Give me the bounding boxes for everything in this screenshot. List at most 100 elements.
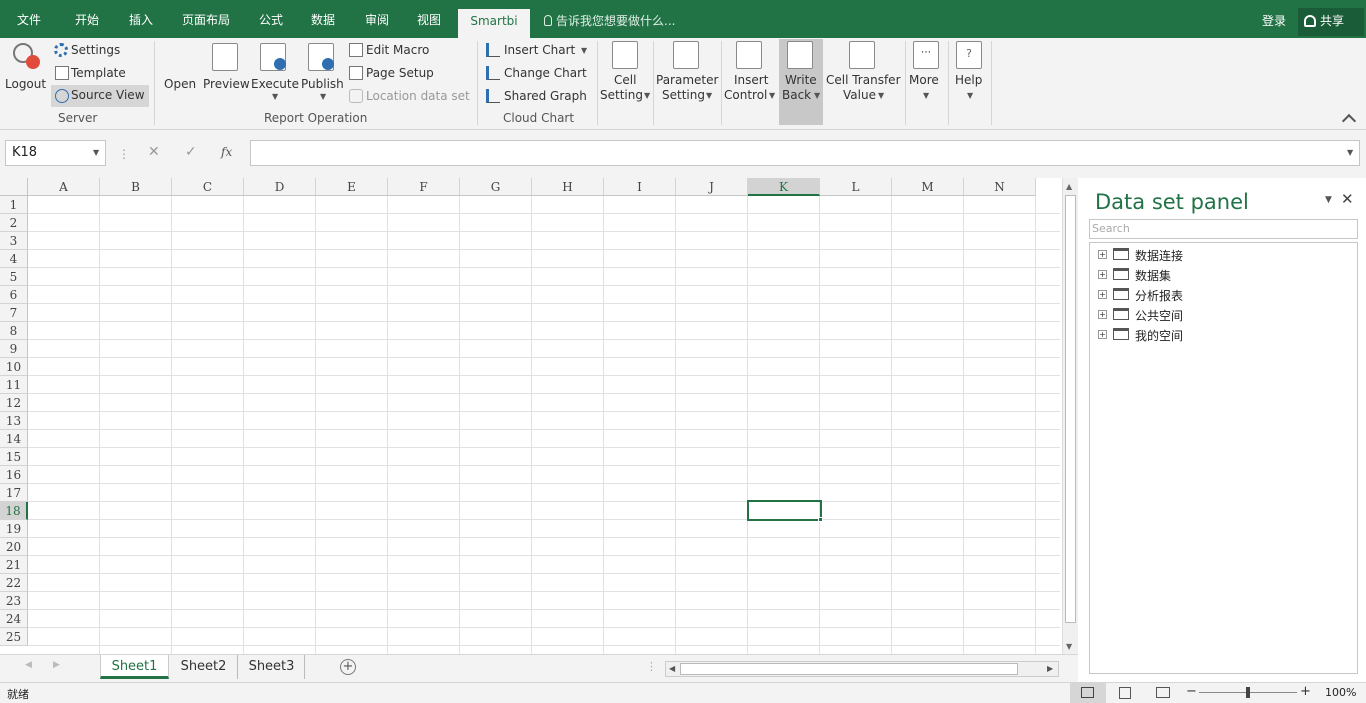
column-header[interactable]: I <box>604 178 676 196</box>
spreadsheet-grid[interactable]: ABCDEFGHIJKLMN 1 2 3 4 5 6 7 8 9 10 11 12 13 14 15 16 17… <box>0 178 1062 654</box>
row-header[interactable]: 25 <box>0 628 28 646</box>
row-header[interactable]: 1 <box>0 196 28 214</box>
column-header[interactable]: K <box>748 178 820 196</box>
scroll-thumb[interactable] <box>1065 195 1076 623</box>
template-button[interactable]: Template <box>52 64 150 84</box>
row-header[interactable]: 17 <box>0 484 28 502</box>
add-sheet-icon[interactable]: + <box>340 659 356 675</box>
collapse-ribbon-icon[interactable] <box>1341 113 1357 129</box>
page-setup-button[interactable]: Page Setup <box>347 64 471 84</box>
vertical-scrollbar[interactable]: ▲ ▼ <box>1062 178 1078 654</box>
open-button[interactable]: Open <box>162 40 198 100</box>
row-header[interactable]: 16 <box>0 466 28 484</box>
column-header[interactable]: A <box>28 178 100 196</box>
row-header[interactable]: 15 <box>0 448 28 466</box>
scroll-up-icon[interactable]: ▲ <box>1066 182 1072 191</box>
panel-search-input[interactable]: Search <box>1089 219 1358 239</box>
tab-view[interactable]: 视图 <box>408 0 450 38</box>
write-back-button[interactable]: Write Back ▼ <box>779 39 823 125</box>
cell-transfer-value-button[interactable]: Cell Transfer Value ▼ <box>825 40 903 102</box>
settings-button[interactable]: Settings <box>52 41 150 61</box>
zoom-out-button[interactable]: − <box>1186 684 1197 699</box>
column-header[interactable]: B <box>100 178 172 196</box>
row-header[interactable]: 9 <box>0 340 28 358</box>
page-layout-view-icon[interactable] <box>1119 687 1131 699</box>
confirm-icon[interactable]: ✓ <box>185 144 197 160</box>
column-header[interactable]: N <box>964 178 1036 196</box>
scroll-down-icon[interactable]: ▼ <box>1066 642 1072 651</box>
h-scroll-thumb[interactable] <box>680 663 1018 675</box>
shared-graph-button[interactable]: Shared Graph <box>484 87 594 107</box>
column-header[interactable]: C <box>172 178 244 196</box>
row-header[interactable]: 13 <box>0 412 28 430</box>
row-header[interactable]: 22 <box>0 574 28 592</box>
chevron-down-icon[interactable]: ▼ <box>1347 148 1353 157</box>
formula-input[interactable]: ▼ <box>250 140 1360 166</box>
chevron-down-icon[interactable]: ▼ <box>93 141 99 165</box>
row-header[interactable]: 20 <box>0 538 28 556</box>
column-header[interactable]: F <box>388 178 460 196</box>
selected-cell-k18[interactable] <box>747 500 822 521</box>
fill-handle[interactable] <box>818 517 823 522</box>
row-header[interactable]: 23 <box>0 592 28 610</box>
tell-me-search[interactable]: 告诉我您想要做什么... <box>544 12 675 29</box>
cancel-icon[interactable]: ✕ <box>148 144 160 160</box>
column-header[interactable]: E <box>316 178 388 196</box>
expand-icon[interactable]: + <box>1098 330 1107 339</box>
parameter-setting-button[interactable]: Parameter Setting ▼ <box>655 40 719 102</box>
scroll-left-icon[interactable]: ◀ <box>669 664 675 673</box>
name-box[interactable]: K18 ▼ <box>5 140 106 166</box>
row-header[interactable]: 18 <box>0 502 28 520</box>
zoom-in-button[interactable]: + <box>1300 684 1311 699</box>
tab-page-layout[interactable]: 页面布局 <box>176 0 236 38</box>
select-all-corner[interactable] <box>0 178 28 196</box>
sheet-tab-sheet1[interactable]: Sheet1 <box>100 655 169 679</box>
column-header[interactable]: G <box>460 178 532 196</box>
tab-file[interactable]: 文件 <box>8 0 50 38</box>
expand-icon[interactable]: + <box>1098 270 1107 279</box>
expand-icon[interactable]: + <box>1098 250 1107 259</box>
row-header[interactable]: 2 <box>0 214 28 232</box>
logout-button[interactable]: Logout <box>3 40 49 100</box>
column-header[interactable]: D <box>244 178 316 196</box>
tab-formulas[interactable]: 公式 <box>250 0 292 38</box>
expand-icon[interactable]: + <box>1098 290 1107 299</box>
edit-macro-button[interactable]: Edit Macro <box>347 41 471 61</box>
tab-data[interactable]: 数据 <box>302 0 344 38</box>
page-break-view-icon[interactable] <box>1156 687 1170 698</box>
share-button[interactable]: 共享 <box>1298 8 1364 36</box>
column-header[interactable]: L <box>820 178 892 196</box>
normal-view-icon[interactable] <box>1070 683 1106 703</box>
preview-button[interactable]: Preview <box>202 40 250 100</box>
more-button[interactable]: ⋯ More ▼ <box>907 40 945 102</box>
sheet-prev-icon[interactable]: ◀ <box>25 660 32 670</box>
location-data-set-button[interactable]: Location data set <box>347 87 471 107</box>
row-header[interactable]: 10 <box>0 358 28 376</box>
source-view-button[interactable]: Source View <box>51 85 149 107</box>
horizontal-scrollbar[interactable]: ◀ ▶ <box>665 661 1059 677</box>
row-header[interactable]: 11 <box>0 376 28 394</box>
column-header[interactable]: H <box>532 178 604 196</box>
zoom-slider-thumb[interactable] <box>1246 687 1250 698</box>
cell-setting-button[interactable]: Cell Setting ▼ <box>600 40 652 102</box>
scroll-right-icon[interactable]: ▶ <box>1047 664 1053 673</box>
insert-control-button[interactable]: Insert Control ▼ <box>723 40 777 102</box>
sheet-tab-sheet2[interactable]: Sheet2 <box>170 655 238 679</box>
row-header[interactable]: 12 <box>0 394 28 412</box>
column-header[interactable]: J <box>676 178 748 196</box>
sheet-splitter-icon[interactable]: ⋮ <box>646 660 657 673</box>
login-link[interactable]: 登录 <box>1262 12 1286 29</box>
row-header[interactable]: 6 <box>0 286 28 304</box>
panel-options-icon[interactable]: ▼ <box>1325 195 1332 205</box>
row-header[interactable]: 3 <box>0 232 28 250</box>
expand-icon[interactable]: + <box>1098 310 1107 319</box>
zoom-slider[interactable] <box>1199 687 1297 698</box>
tab-home[interactable]: 开始 <box>66 0 108 38</box>
row-header[interactable]: 21 <box>0 556 28 574</box>
sheet-tab-sheet3[interactable]: Sheet3 <box>239 655 305 679</box>
close-icon[interactable]: ✕ <box>1341 190 1354 208</box>
row-header[interactable]: 7 <box>0 304 28 322</box>
tab-insert[interactable]: 插入 <box>120 0 162 38</box>
tab-smartbi[interactable]: Smartbi <box>458 9 530 38</box>
insert-chart-button[interactable]: Insert Chart ▼ <box>484 41 594 61</box>
